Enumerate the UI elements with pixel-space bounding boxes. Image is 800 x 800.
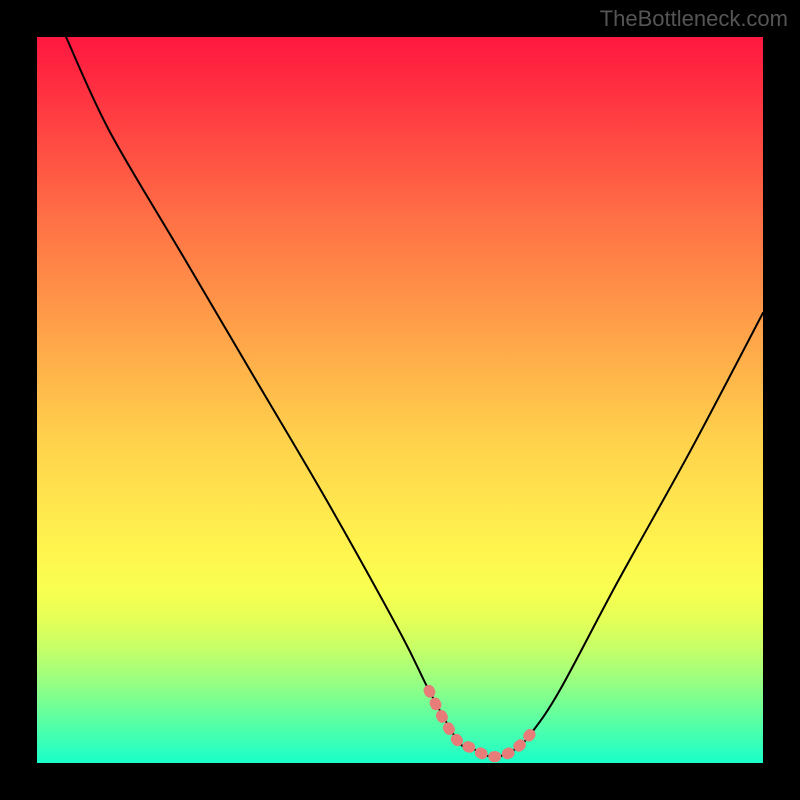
chart-svg [37, 37, 763, 763]
chart-container: TheBottleneck.com [0, 0, 800, 800]
flat-highlight [429, 690, 531, 756]
watermark-text: TheBottleneck.com [600, 6, 788, 32]
plot-area [37, 37, 763, 763]
main-curve [66, 37, 763, 757]
